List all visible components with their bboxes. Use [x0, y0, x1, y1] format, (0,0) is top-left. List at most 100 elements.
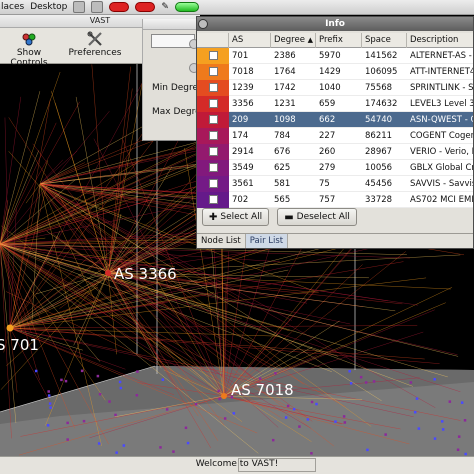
battery-icon [174, 2, 199, 12]
cell-prefix: 227 [319, 130, 336, 141]
cell-as: 702 [232, 194, 249, 205]
header-prefix[interactable]: Prefix [316, 32, 362, 48]
preferences-button[interactable]: Preferences [66, 31, 124, 61]
cell-degree: 1742 [274, 82, 296, 93]
show-controls-label: Show Controls [10, 48, 48, 68]
cell-as: 701 [232, 50, 249, 61]
row-checkbox[interactable] [208, 99, 218, 108]
row-swatch [197, 175, 229, 192]
header-space[interactable]: Space [362, 32, 407, 48]
graph-node [415, 397, 419, 400]
graph-node [119, 386, 123, 390]
main-toolbar: Show Controls Preferences [0, 28, 142, 68]
top-panel: laces Desktop ✎ [0, 0, 474, 15]
cell-space: 33728 [365, 194, 393, 205]
graph-node [161, 378, 165, 381]
minus-icon: ▬ [284, 211, 294, 223]
table-row[interactable]: 3561 581 75 45456 SAVVIS - Savvis [197, 175, 473, 192]
graph-node [433, 378, 436, 381]
table-row[interactable]: 2914 676 260 28967 VERIO - Verio, In [197, 143, 473, 160]
row-checkbox[interactable] [208, 195, 218, 204]
cell-prefix: 5970 [319, 50, 341, 61]
show-controls-button[interactable]: Show Controls [0, 31, 58, 68]
graph-node [136, 370, 139, 373]
record-icon[interactable] [109, 2, 130, 12]
graph-node [97, 442, 101, 445]
cell-degree: 581 [274, 178, 291, 189]
table-row[interactable]: 7018 1764 1429 106095 ATT-INTERNET4 - [197, 63, 473, 80]
cell-space: 28967 [365, 146, 393, 157]
header-as[interactable]: AS [229, 32, 271, 48]
tools-icon [87, 31, 102, 46]
graph-node [384, 433, 387, 436]
table-row[interactable]: 701 2386 5970 141562 ALTERNET-AS - U [197, 47, 474, 64]
table-row[interactable]: 3549 625 279 10056 GBLX Global Cro [197, 159, 473, 176]
graph-node [343, 421, 347, 424]
cell-as: 174 [232, 130, 249, 141]
table-header: AS Degree ▲ Prefix Space Description [197, 32, 473, 48]
cell-degree: 565 [274, 194, 291, 205]
graph-node [258, 377, 262, 380]
graph-node [334, 420, 337, 423]
graph-node [348, 369, 351, 373]
table-row[interactable]: 174 784 227 86211 COGENT Cogent [197, 127, 474, 144]
row-checkbox[interactable] [208, 115, 218, 124]
graph-node [460, 401, 464, 404]
select-all-button[interactable]: ✚ Select All [202, 208, 270, 226]
graph-node [457, 435, 461, 438]
graph-node [456, 448, 460, 452]
places-menu[interactable]: laces [1, 2, 24, 12]
row-checkbox[interactable] [208, 163, 218, 172]
row-swatch [197, 63, 229, 80]
row-checkbox[interactable] [208, 51, 218, 60]
tab-node-list[interactable]: Node List [197, 234, 246, 248]
graph-node [165, 408, 169, 411]
table-row[interactable]: 209 1098 662 54740 ASN-QWEST - Q [197, 111, 473, 128]
row-swatch [197, 47, 229, 64]
graph-node [98, 392, 102, 396]
graph-node [417, 427, 421, 430]
desktop-menu[interactable]: Desktop [30, 2, 67, 12]
cell-description: COGENT Cogent [410, 130, 474, 141]
graph-node [118, 380, 122, 384]
cell-description: ALTERNET-AS - U [410, 50, 474, 61]
pen-icon[interactable]: ✎ [161, 2, 169, 12]
table-body: 701 2386 5970 141562 ALTERNET-AS - U 7018 1764… [197, 47, 474, 208]
graph-node [463, 419, 467, 422]
graph-node [413, 410, 417, 414]
graph-node [364, 381, 368, 384]
graph-node [366, 448, 369, 452]
graph-node [135, 393, 139, 397]
graph-node [217, 389, 220, 393]
cell-description: SPRINTLINK - Sp [410, 82, 474, 93]
row-checkbox[interactable] [208, 147, 218, 156]
cell-degree: 1098 [274, 114, 296, 125]
table-row[interactable]: 3356 1231 659 174632 LEVEL3 Level 3 [197, 95, 473, 112]
cell-as: 3561 [232, 178, 254, 189]
header-degree[interactable]: Degree ▲ [271, 32, 316, 48]
row-swatch [197, 95, 229, 112]
tab-pair-list[interactable]: Pair List [245, 234, 289, 248]
stop-icon[interactable] [135, 2, 156, 12]
row-checkbox[interactable] [208, 131, 218, 140]
graph-node [448, 400, 452, 403]
selection-buttons: ✚ Select All ▬ Deselect All [197, 204, 473, 230]
row-checkbox[interactable] [208, 83, 218, 92]
launcher-icon[interactable] [73, 1, 86, 13]
graph-node [218, 397, 221, 401]
cell-as: 7018 [232, 66, 254, 77]
close-icon[interactable] [198, 19, 208, 29]
header-degree-label: Degree [274, 34, 305, 45]
header-description[interactable]: Description [407, 33, 473, 48]
graph-node [349, 382, 353, 385]
graph-node [172, 450, 175, 453]
graph-node [159, 446, 162, 449]
table-row[interactable]: 1239 1742 1040 75568 SPRINTLINK - Sp [197, 79, 474, 96]
graph-node [80, 369, 84, 373]
deselect-all-button[interactable]: ▬ Deselect All [277, 208, 357, 226]
row-checkbox[interactable] [208, 179, 218, 188]
terminal-icon[interactable] [91, 1, 104, 13]
row-checkbox[interactable] [208, 67, 218, 76]
graph-node [114, 413, 117, 417]
plus-icon: ✚ [209, 211, 218, 223]
